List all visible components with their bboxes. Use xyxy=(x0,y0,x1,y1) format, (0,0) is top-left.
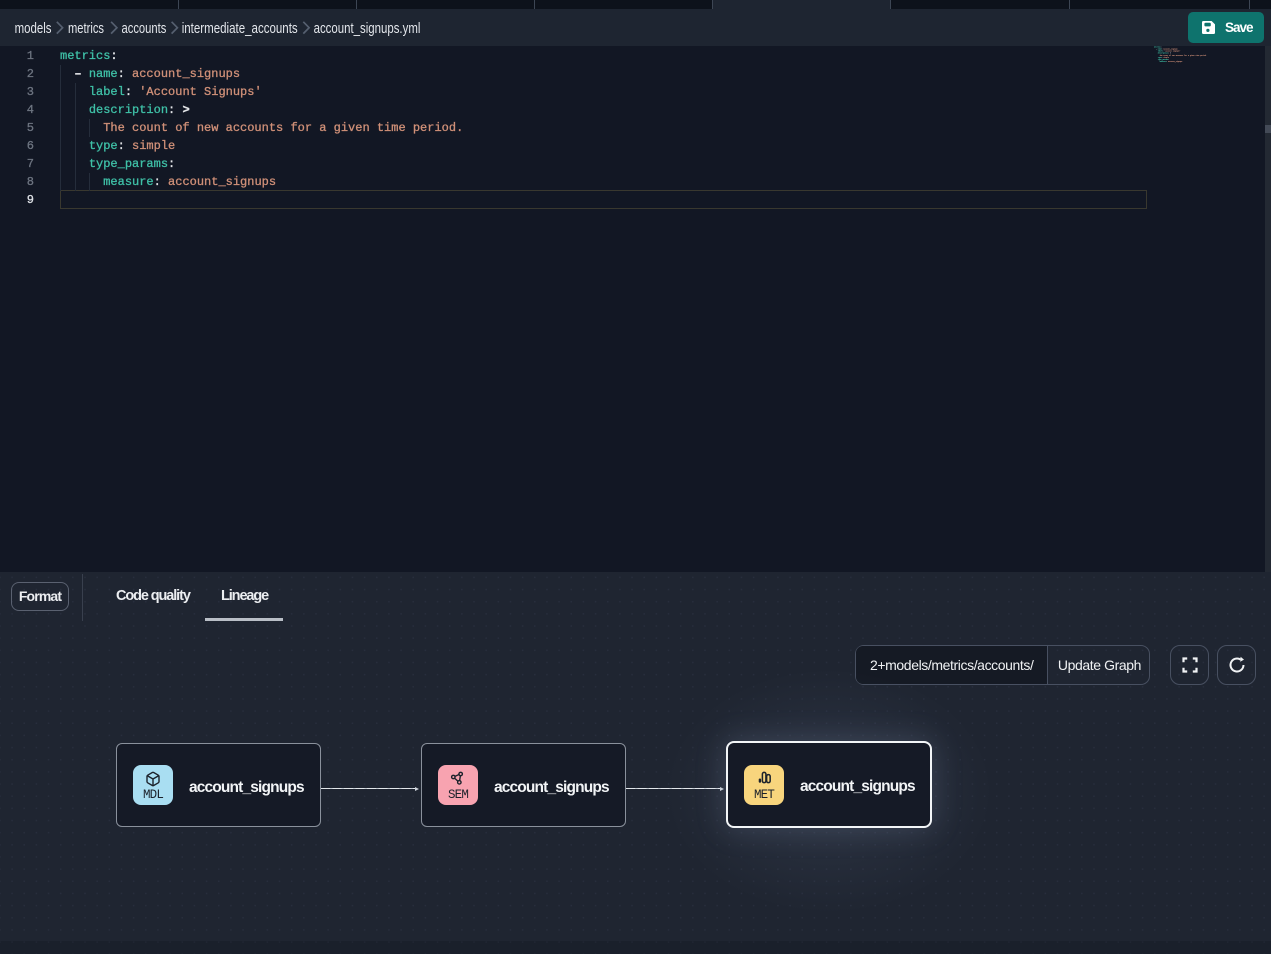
svg-text:intermediate_accounts: intermediate_accounts xyxy=(182,20,298,37)
svg-text:accounts: accounts xyxy=(122,20,167,37)
svg-text:metrics: metrics xyxy=(68,20,104,37)
svg-text:account_signups.yml: account_signups.yml xyxy=(314,20,421,37)
svg-text:models: models xyxy=(15,20,52,37)
